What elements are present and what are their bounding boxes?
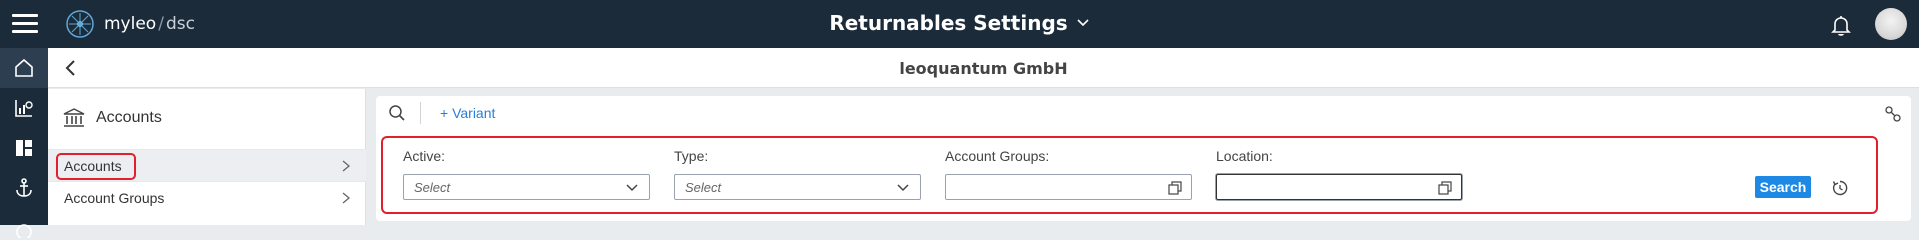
dashboard-icon <box>16 140 32 156</box>
sub-header: leoquantum GmbH <box>48 48 1919 88</box>
toolbar-divider <box>420 102 421 124</box>
search-button[interactable]: Search <box>1755 176 1811 198</box>
filter-active: Active: Select <box>403 148 650 200</box>
rail-item-more[interactable] <box>0 208 48 240</box>
left-panel-item-account-groups[interactable]: Account Groups <box>48 181 366 213</box>
chevron-right-icon <box>342 160 351 172</box>
left-panel-title: Accounts <box>96 109 162 126</box>
filter-location: Location: <box>1216 148 1462 200</box>
account-groups-input[interactable] <box>945 174 1192 200</box>
analytics-icon <box>15 100 33 117</box>
active-select[interactable]: Select <box>403 174 650 200</box>
value-help-icon[interactable] <box>1437 180 1453 196</box>
filter-card: + Variant Active: Select Type: Select Ac… <box>376 96 1911 221</box>
bell-icon[interactable] <box>1829 13 1853 37</box>
chevron-down-icon <box>1077 19 1089 27</box>
bank-icon <box>63 108 85 127</box>
app-title-wrap: Returnables Settings <box>0 11 1919 35</box>
circle-icon <box>16 224 32 238</box>
add-variant-link[interactable]: + Variant <box>440 105 495 121</box>
search-icon[interactable] <box>388 104 406 122</box>
account-groups-label: Account Groups: <box>945 148 1050 164</box>
anchor-icon <box>16 178 32 197</box>
location-label: Location: <box>1216 148 1273 164</box>
brand-name: myleo / dsc <box>104 14 195 34</box>
type-label: Type: <box>674 148 709 164</box>
active-select-placeholder: Select <box>414 180 451 195</box>
menu-icon[interactable] <box>12 14 38 34</box>
filter-type: Type: Select <box>674 148 921 200</box>
brand-logo[interactable]: myleo / dsc <box>64 7 195 41</box>
avatar[interactable] <box>1875 8 1907 40</box>
left-panel-item-label: Account Groups <box>64 189 165 206</box>
filter-settings-icon[interactable] <box>1883 104 1903 124</box>
filter-toolbar: + Variant <box>376 96 1911 130</box>
chevron-down-icon <box>897 184 909 192</box>
app-title-dropdown[interactable]: Returnables Settings <box>829 11 1089 35</box>
left-panel: Accounts Accounts Account Groups <box>48 89 366 225</box>
left-panel-item-accounts[interactable]: Accounts <box>48 149 366 181</box>
rail-item-dashboard[interactable] <box>0 128 48 168</box>
selection-highlight <box>56 153 136 180</box>
type-select-placeholder: Select <box>685 180 722 195</box>
filter-account-groups: Account Groups: <box>945 148 1192 200</box>
rail-item-analytics[interactable] <box>0 88 48 128</box>
type-select[interactable]: Select <box>674 174 921 200</box>
home-icon <box>15 58 33 77</box>
myleo-logo-icon <box>66 10 94 38</box>
chevron-down-icon <box>626 184 638 192</box>
rail-item-home[interactable] <box>0 48 48 88</box>
location-input[interactable] <box>1216 174 1462 200</box>
app-title: Returnables Settings <box>829 11 1068 35</box>
chevron-right-icon <box>342 192 351 204</box>
rail-item-anchor[interactable] <box>0 168 48 208</box>
reset-icon[interactable] <box>1831 179 1849 197</box>
left-panel-header: Accounts <box>62 103 162 133</box>
value-help-icon[interactable] <box>1167 180 1183 196</box>
company-name: leoquantum GmbH <box>899 59 1068 78</box>
top-bar: myleo / dsc Returnables Settings <box>0 0 1919 48</box>
left-rail <box>0 48 48 238</box>
active-label: Active: <box>403 148 446 164</box>
